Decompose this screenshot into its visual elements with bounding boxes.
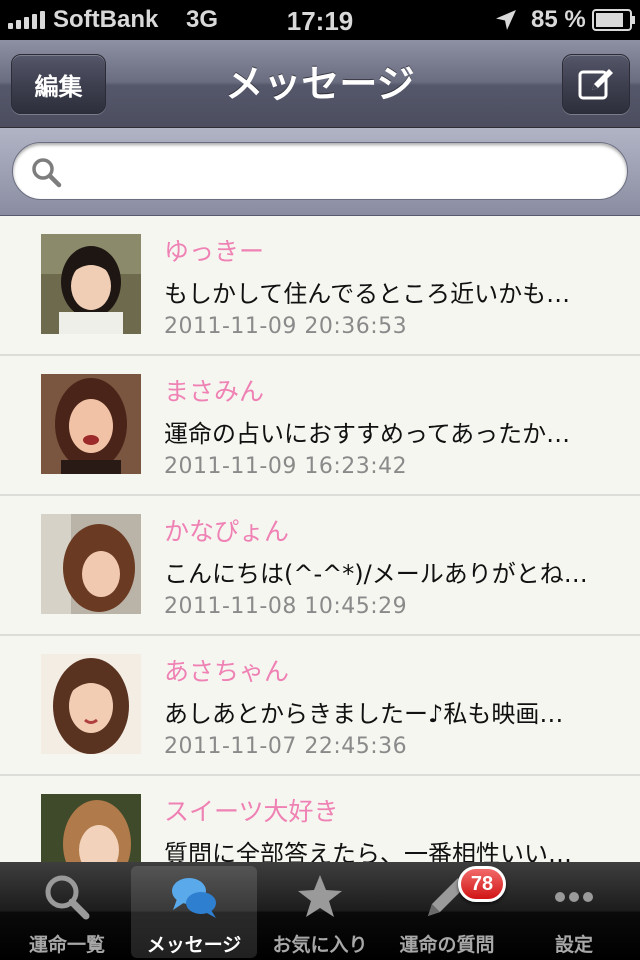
sender-name: ゆっきー	[164, 237, 265, 266]
avatar	[41, 514, 141, 614]
navigation-bar: メッセージ 編集	[0, 40, 640, 128]
tab-messages[interactable]: メッセージ	[131, 866, 257, 958]
tab-label: 運命の質問	[399, 934, 495, 956]
message-preview: 運命の占いにおすすめってあったか…	[164, 420, 571, 448]
message-time: 2011-11-08 10:45:29	[164, 594, 408, 619]
compose-icon	[578, 69, 613, 100]
compose-button[interactable]	[562, 54, 630, 114]
tab-settings[interactable]: 設定	[511, 866, 637, 958]
location-arrow-icon	[496, 10, 516, 30]
tab-label: お気に入り	[272, 934, 368, 956]
tab-fate-list[interactable]: 運命一覧	[4, 866, 130, 958]
magnifier-icon	[45, 875, 90, 920]
avatar	[41, 374, 141, 474]
sender-name: あさちゃん	[164, 657, 290, 686]
avatar	[41, 234, 141, 334]
message-row[interactable]: まさみん 運命の占いにおすすめってあったか… 2011-11-09 16:23:…	[0, 356, 640, 496]
message-time: 2011-11-07 22:45:36	[164, 734, 408, 759]
edit-button[interactable]: 編集	[11, 54, 106, 114]
message-row[interactable]: ゆっきー もしかして住んでるところ近いかも… 2011-11-09 20:36:…	[0, 216, 640, 356]
tab-label: 運命一覧	[28, 934, 105, 956]
tab-label: 設定	[554, 934, 593, 956]
message-time: 2011-11-09 16:23:42	[164, 454, 408, 479]
sender-name: スイーツ大好き	[164, 797, 339, 826]
battery-icon	[592, 9, 635, 31]
sender-name: まさみん	[164, 377, 265, 406]
search-input[interactable]	[12, 142, 628, 200]
message-preview: こんにちは(^-^*)/メールありがとね…	[164, 560, 588, 588]
star-icon	[298, 875, 342, 917]
message-preview: 質問に全部答えたら、一番相性いい…	[164, 840, 572, 862]
tab-bar: 運命一覧 メッセージ お気に入り 運命の質問 設定	[0, 862, 640, 960]
battery-percent: 85 %	[531, 6, 586, 33]
notification-badge: 78	[458, 866, 506, 902]
chat-bubbles-icon	[172, 878, 216, 918]
message-list[interactable]: ゆっきー もしかして住んでるところ近いかも… 2011-11-09 20:36:…	[0, 216, 640, 862]
avatar	[41, 794, 141, 862]
tab-label: メッセージ	[146, 934, 242, 956]
search-bar	[0, 128, 640, 216]
message-row[interactable]: かなぴょん こんにちは(^-^*)/メールありがとね… 2011-11-08 1…	[0, 496, 640, 636]
more-dots-icon	[555, 892, 593, 902]
message-preview: あしあとからきましたー♪私も映画…	[164, 700, 564, 728]
avatar	[41, 654, 141, 754]
sender-name: かなぴょん	[164, 517, 290, 546]
search-icon	[32, 158, 62, 188]
tab-favorites[interactable]: お気に入り	[257, 866, 383, 958]
message-preview: もしかして住んでるところ近いかも…	[164, 280, 571, 308]
status-bar: SoftBank 3G 17:19 85 %	[0, 0, 640, 40]
edit-button-label: 編集	[34, 72, 83, 101]
message-time: 2011-11-09 20:36:53	[164, 314, 408, 339]
message-row[interactable]: あさちゃん あしあとからきましたー♪私も映画… 2011-11-07 22:45…	[0, 636, 640, 776]
message-row[interactable]: スイーツ大好き 質問に全部答えたら、一番相性いい…	[0, 776, 640, 862]
